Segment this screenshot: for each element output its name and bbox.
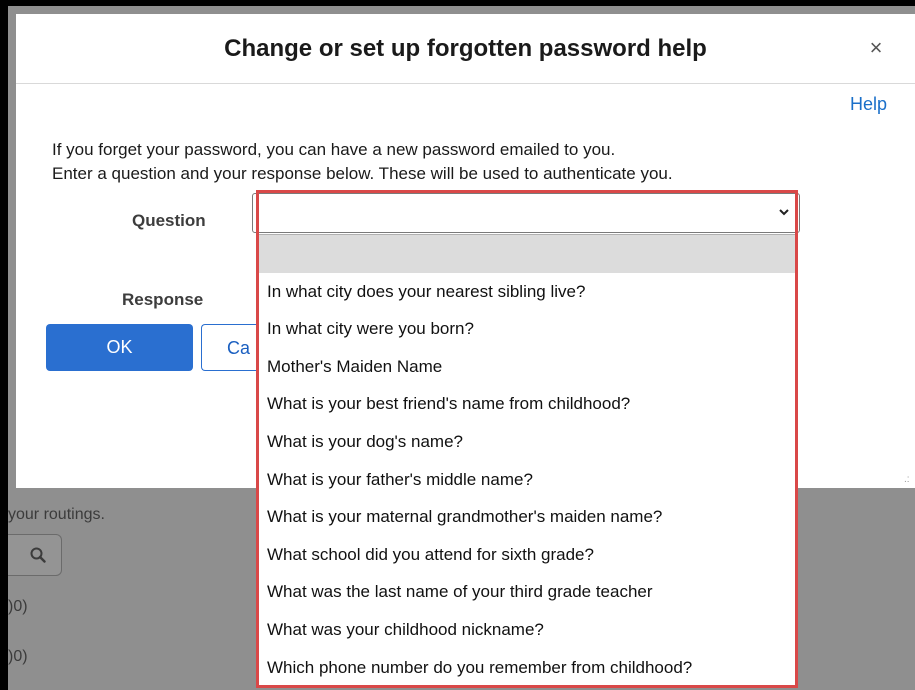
response-label: Response (122, 290, 204, 309)
search-button[interactable] (8, 534, 62, 576)
dropdown-option[interactable]: Which phone number do you remember from … (259, 649, 795, 687)
row-value-1: )0) (8, 598, 28, 615)
dropdown-option[interactable]: What is your dog's name? (259, 423, 795, 461)
question-label: Question (132, 211, 206, 230)
close-icon: × (869, 35, 883, 60)
dropdown-option[interactable]: In what city does your nearest sibling l… (259, 273, 795, 311)
dropdown-option[interactable]: Mother's Maiden Name (259, 348, 795, 386)
row-value-2: )0) (8, 648, 28, 665)
resize-grip-icon[interactable]: .: (904, 474, 910, 485)
instruction-line-1: If you forget your password, you can hav… (52, 140, 616, 159)
dropdown-option-blank[interactable] (259, 235, 795, 273)
dropdown-option[interactable]: What was the last name of your third gra… (259, 573, 795, 611)
dropdown-option[interactable]: In what city were you born? (259, 310, 795, 348)
dropdown-option[interactable]: What was your childhood nickname? (259, 611, 795, 649)
dropdown-option[interactable]: What school did you attend for sixth gra… (259, 536, 795, 574)
instruction-line-2: Enter a question and your response below… (52, 164, 673, 183)
search-icon (30, 547, 46, 563)
question-select[interactable] (252, 193, 800, 233)
dialog-header: Change or set up forgotten password help… (16, 14, 915, 84)
routings-text: your routings. (8, 506, 105, 523)
ok-button[interactable]: OK (46, 324, 193, 371)
question-dropdown-list: In what city does your nearest sibling l… (258, 234, 796, 686)
cancel-button[interactable]: Ca (201, 324, 261, 371)
chevron-down-icon (779, 209, 789, 216)
close-button[interactable]: × (864, 36, 888, 60)
dropdown-option[interactable]: What is your maternal grandmother's maid… (259, 498, 795, 536)
dropdown-option[interactable]: What is your best friend's name from chi… (259, 385, 795, 423)
help-link[interactable]: Help (850, 94, 887, 115)
dialog-title: Change or set up forgotten password help (224, 35, 707, 62)
dropdown-option[interactable]: What is your father's middle name? (259, 461, 795, 499)
